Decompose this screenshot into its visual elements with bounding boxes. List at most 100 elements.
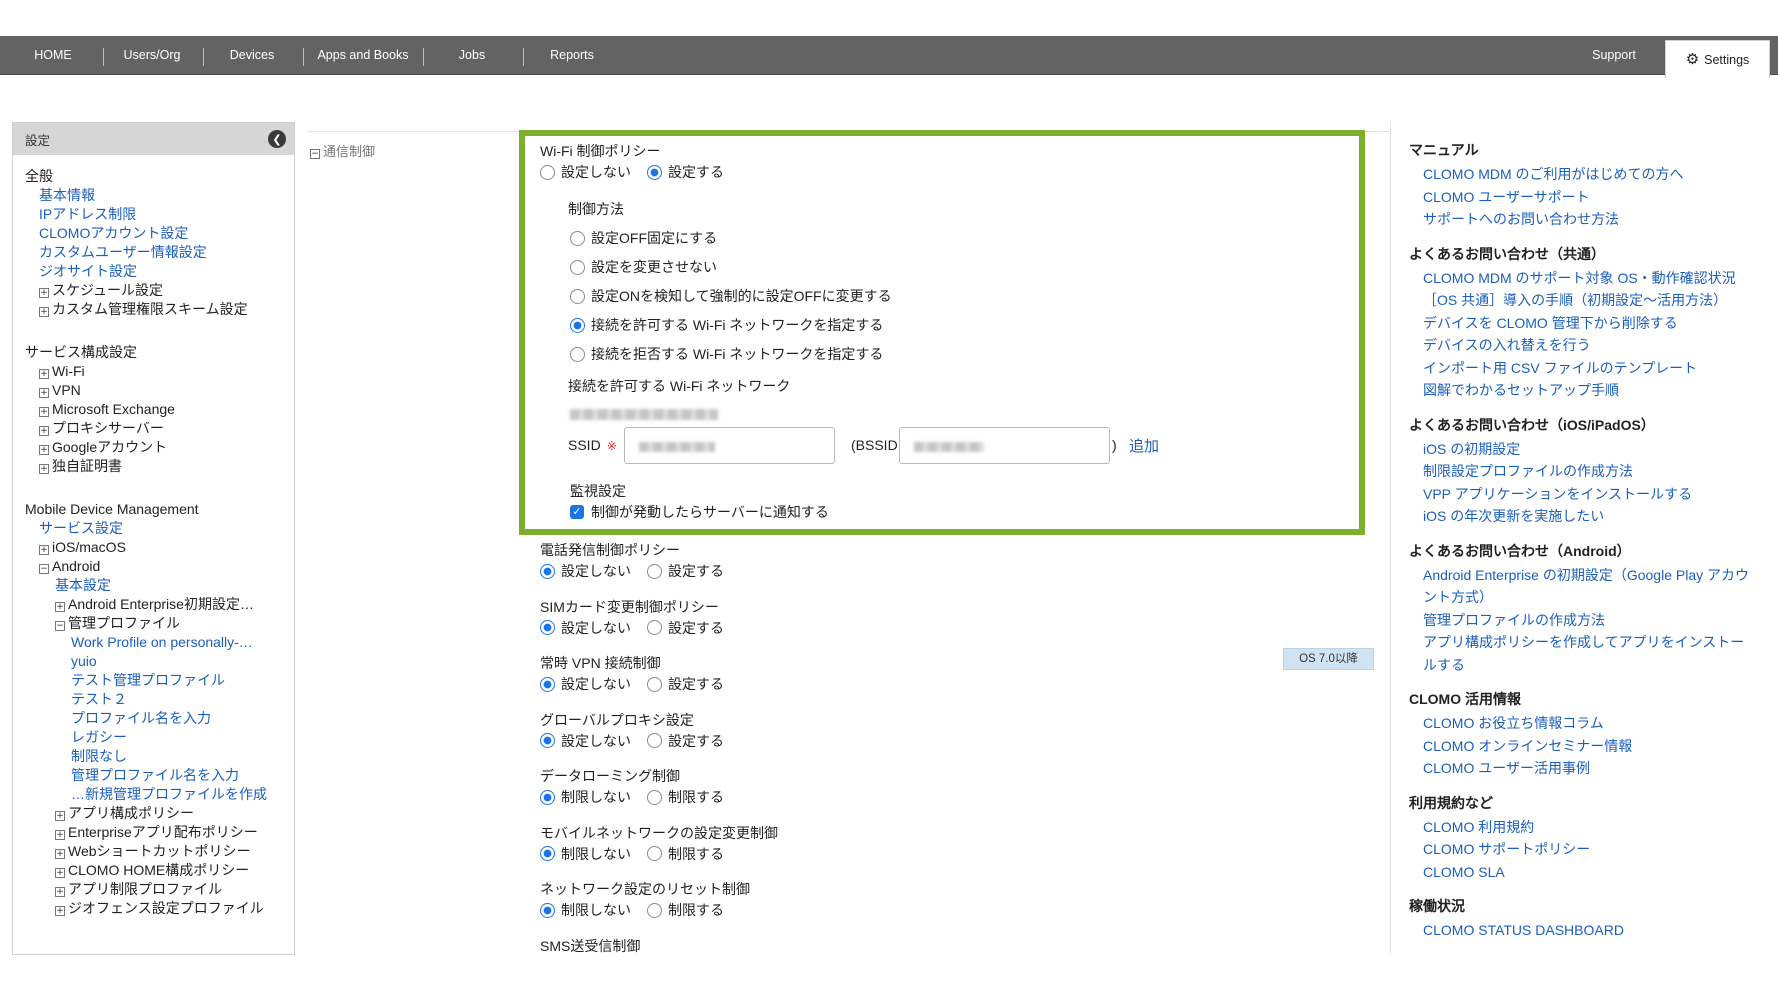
expand-icon[interactable]: +	[39, 369, 49, 379]
radio-icon[interactable]	[540, 164, 555, 180]
help-link[interactable]: 制限設定プロファイルの作成方法	[1409, 460, 1754, 483]
help-link[interactable]: iOS の初期設定	[1409, 438, 1754, 461]
sidebar-item[interactable]: 管理プロファイル名を入力	[25, 766, 290, 785]
collapse-sidebar-icon[interactable]: ❮	[268, 130, 286, 148]
sidebar-item[interactable]: + Microsoft Exchange	[25, 400, 290, 419]
policy-option-off[interactable]: 設定しない	[540, 674, 631, 694]
sidebar-item[interactable]: + Wi-Fi	[25, 362, 290, 381]
control-method-option[interactable]: 接続を許可する Wi-Fi ネットワークを指定する	[570, 315, 883, 335]
nav-devices[interactable]: Devices	[212, 36, 292, 75]
help-link[interactable]: iOS の年次更新を実施したい	[1409, 505, 1754, 528]
policy-option-on[interactable]: 設定する	[647, 731, 724, 751]
help-link[interactable]: Android Enterprise の初期設定（Google Play アカウ…	[1409, 564, 1754, 609]
expand-icon[interactable]: +	[39, 545, 49, 555]
policy-option-on[interactable]: 設定する	[647, 618, 724, 638]
help-link[interactable]: CLOMO ユーザーサポート	[1409, 186, 1754, 209]
sidebar-item[interactable]: 基本情報	[25, 186, 290, 205]
policy-option-off[interactable]: 制限しない	[540, 900, 631, 920]
sidebar-item[interactable]: CLOMOアカウント設定	[25, 224, 290, 243]
control-method-option[interactable]: 設定ONを検知して強制的に設定OFFに変更する	[570, 286, 892, 306]
radio-selected-icon[interactable]	[540, 902, 555, 918]
help-link[interactable]: CLOMO お役立ち情報コラム	[1409, 712, 1754, 735]
policy-option-on[interactable]: 制限する	[647, 900, 724, 920]
nav-settings-tab[interactable]: ⚙ Settings	[1665, 40, 1770, 78]
sidebar-item[interactable]: + ジオフェンス設定プロファイル	[25, 899, 290, 918]
help-link[interactable]: ［OS 共通］導入の手順（初期設定～活用方法）	[1409, 289, 1754, 312]
sidebar-item[interactable]: Work Profile on personally-…	[25, 633, 290, 652]
nav-reports[interactable]: Reports	[532, 36, 612, 75]
help-link[interactable]: CLOMO STATUS DASHBOARD	[1409, 919, 1754, 942]
help-link[interactable]: CLOMO MDM のサポート対象 OS・動作確認状況	[1409, 267, 1754, 290]
sidebar-item[interactable]: …新規管理プロファイルを作成	[25, 785, 290, 804]
radio-selected-icon[interactable]	[540, 733, 555, 748]
sidebar-item[interactable]: テスト管理プロファイル	[25, 671, 290, 690]
sidebar-item[interactable]: + プロキシサーバー	[25, 419, 290, 438]
policy-option-on[interactable]: 制限する	[647, 787, 724, 807]
help-link[interactable]: CLOMO サポートポリシー	[1409, 838, 1754, 861]
expand-icon[interactable]: +	[39, 445, 49, 455]
policy-option-on[interactable]: 設定する	[647, 561, 724, 581]
radio-selected-icon[interactable]	[540, 563, 555, 579]
radio-icon[interactable]	[647, 902, 662, 918]
control-method-option[interactable]: 設定OFF固定にする	[570, 228, 717, 248]
add-network-link[interactable]: 追加	[1129, 435, 1159, 456]
sidebar-item[interactable]: + Android Enterprise初期設定…	[25, 595, 290, 614]
sidebar-item[interactable]: + スケジュール設定	[25, 281, 290, 300]
radio-selected-icon[interactable]	[570, 317, 585, 333]
sidebar-item[interactable]: テスト２	[25, 690, 290, 709]
policy-option-off[interactable]: 設定しない	[540, 618, 631, 638]
sidebar-item[interactable]: + アプリ構成ポリシー	[25, 804, 290, 823]
help-link[interactable]: 図解でわかるセットアップ手順	[1409, 379, 1754, 402]
radio-icon[interactable]	[647, 563, 662, 579]
policy-option-on[interactable]: 制限する	[647, 844, 724, 864]
nav-apps-and-books[interactable]: Apps and Books	[308, 36, 418, 75]
nav-jobs[interactable]: Jobs	[432, 36, 512, 75]
ssid-input[interactable]	[624, 427, 835, 464]
collapse-icon[interactable]: −	[39, 564, 49, 574]
radio-selected-icon[interactable]	[540, 789, 555, 805]
radio-icon[interactable]	[647, 620, 662, 635]
sidebar-item[interactable]: 基本設定	[25, 576, 290, 595]
expand-icon[interactable]: +	[55, 602, 65, 612]
nav-users-org[interactable]: Users/Org	[112, 36, 192, 75]
checkbox-checked-icon[interactable]: ✓	[570, 505, 584, 519]
expand-icon[interactable]: +	[55, 906, 65, 916]
control-method-option[interactable]: 接続を拒否する Wi-Fi ネットワークを指定する	[570, 344, 883, 364]
nav-home[interactable]: HOME	[14, 36, 92, 75]
help-link[interactable]: 管理プロファイルの作成方法	[1409, 609, 1754, 632]
expand-icon[interactable]: +	[39, 288, 49, 298]
sidebar-item[interactable]: + 独自証明書	[25, 457, 290, 476]
radio-icon[interactable]	[647, 789, 662, 805]
radio-icon[interactable]	[570, 288, 585, 304]
help-link[interactable]: デバイスの入れ替えを行う	[1409, 334, 1754, 357]
sidebar-item[interactable]: カスタムユーザー情報設定	[25, 243, 290, 262]
section-label[interactable]: − 通信制御	[310, 141, 375, 160]
sidebar-item[interactable]: + カスタム管理権限スキーム設定	[25, 300, 290, 319]
policy-option-off[interactable]: 設定しない	[540, 561, 631, 581]
wifi-policy-on[interactable]: 設定する	[647, 162, 724, 182]
radio-icon[interactable]	[570, 230, 585, 246]
sidebar-item[interactable]: + アプリ制限プロファイル	[25, 880, 290, 899]
radio-selected-icon[interactable]	[540, 676, 555, 692]
expand-icon[interactable]: +	[39, 426, 49, 436]
sidebar-item[interactable]: − 管理プロファイル	[25, 614, 290, 633]
sidebar-item[interactable]: yuio	[25, 652, 290, 671]
expand-icon[interactable]: +	[39, 464, 49, 474]
sidebar-item[interactable]: + VPN	[25, 381, 290, 400]
collapse-icon[interactable]: −	[55, 621, 65, 631]
help-link[interactable]: CLOMO 利用規約	[1409, 816, 1754, 839]
expand-icon[interactable]: +	[39, 407, 49, 417]
help-link[interactable]: サポートへのお問い合わせ方法	[1409, 208, 1754, 231]
policy-option-on[interactable]: 設定する	[647, 674, 724, 694]
sidebar-item[interactable]: 制限なし	[25, 747, 290, 766]
expand-icon[interactable]: +	[39, 307, 49, 317]
sidebar-item[interactable]: + Googleアカウント	[25, 438, 290, 457]
sidebar-item[interactable]: + Enterpriseアプリ配布ポリシー	[25, 823, 290, 842]
expand-icon[interactable]: +	[55, 887, 65, 897]
help-link[interactable]: アプリ構成ポリシーを作成してアプリをインストールする	[1409, 631, 1754, 676]
radio-selected-icon[interactable]	[540, 620, 555, 635]
help-link[interactable]: CLOMO オンラインセミナー情報	[1409, 735, 1754, 758]
expand-icon[interactable]: +	[55, 830, 65, 840]
sidebar-item[interactable]: + Webショートカットポリシー	[25, 842, 290, 861]
help-link[interactable]: デバイスを CLOMO 管理下から削除する	[1409, 312, 1754, 335]
